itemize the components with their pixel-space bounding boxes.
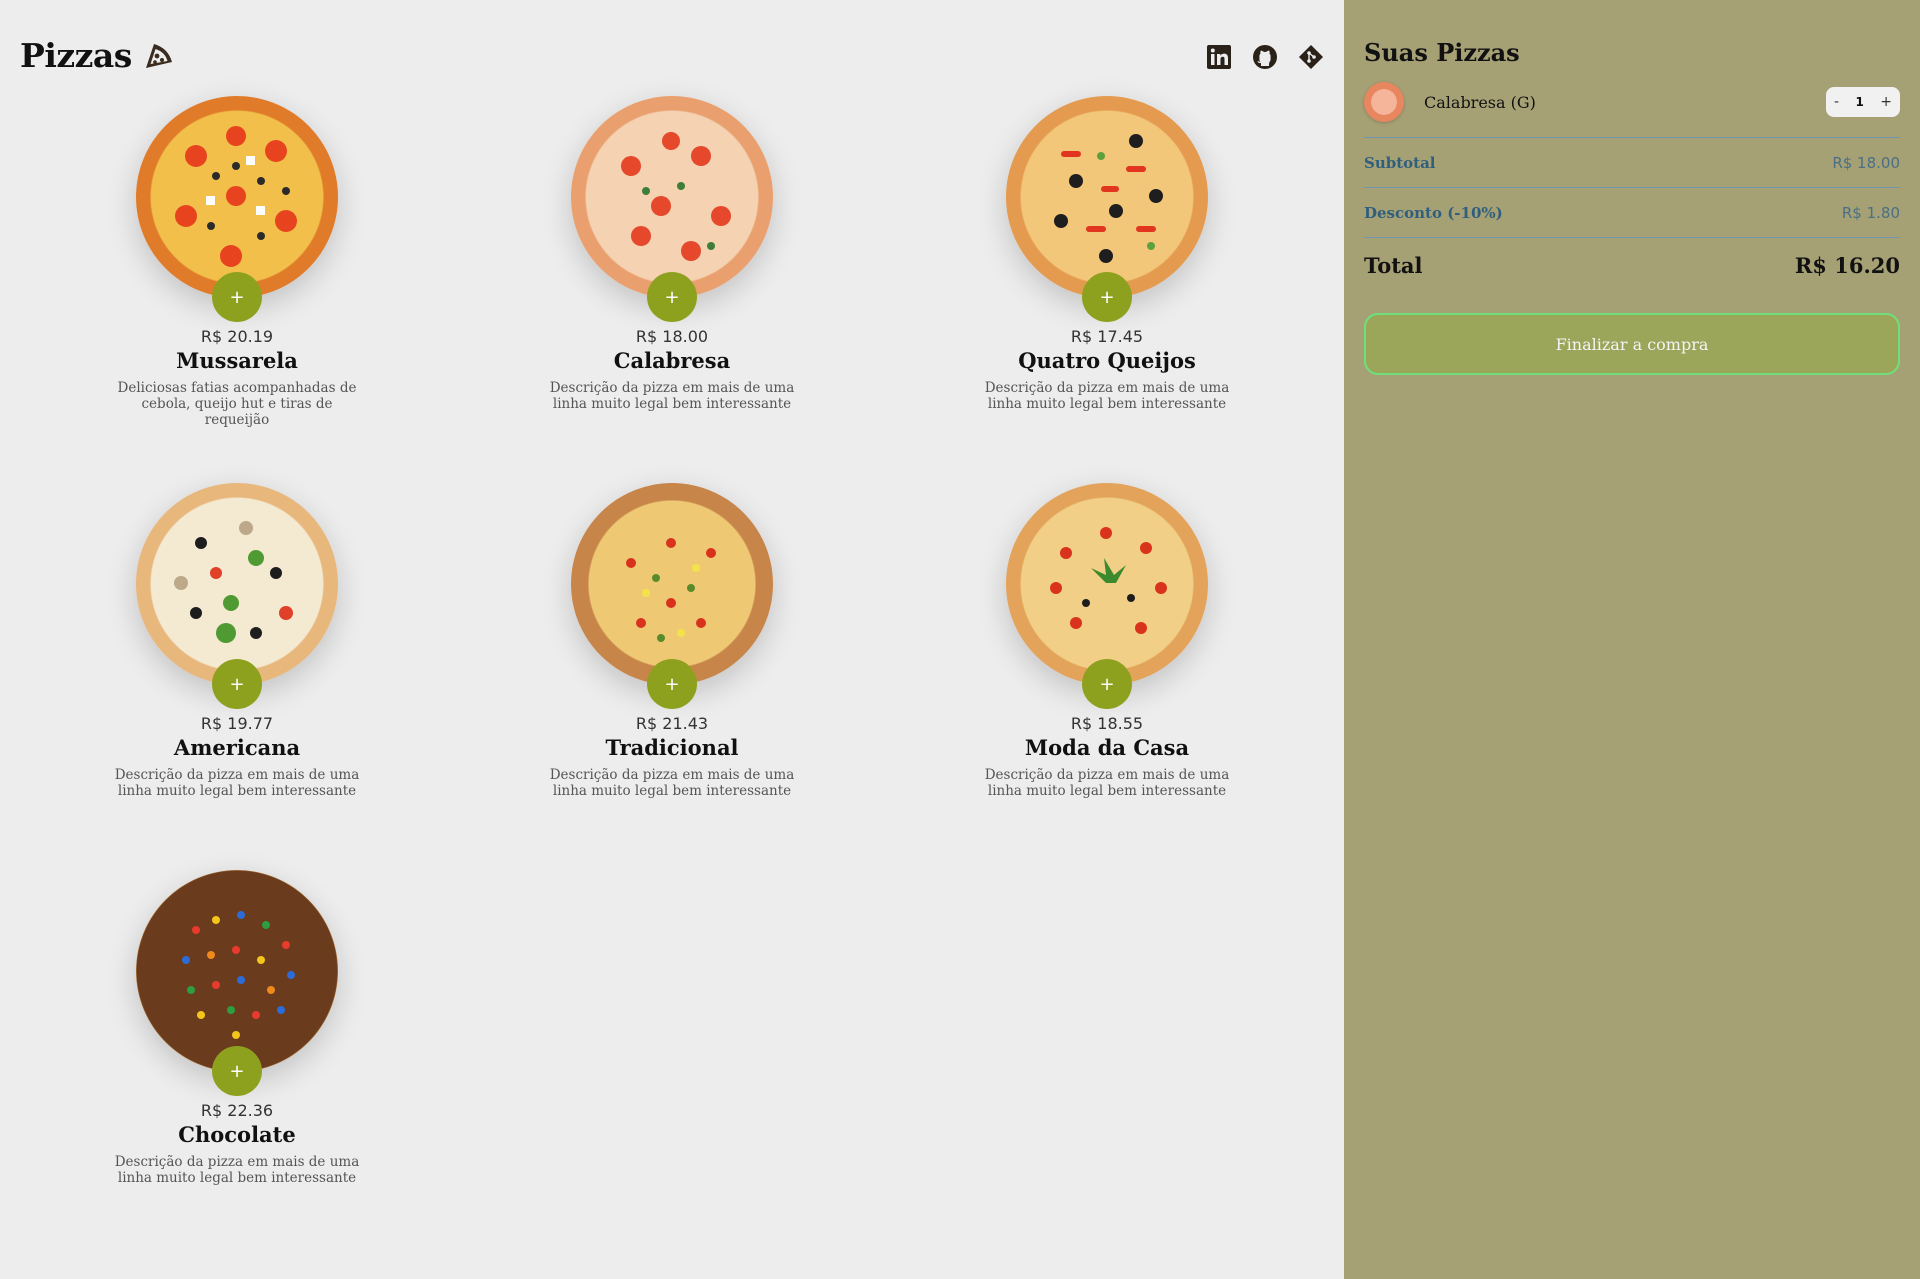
pizza-toppings: [626, 538, 716, 642]
pizza-image[interactable]: [1006, 483, 1208, 685]
pizza-name: Mussarela: [176, 348, 298, 373]
quantity-value: 1: [1855, 95, 1864, 109]
cart-item-name: Calabresa (G): [1424, 92, 1536, 112]
pizza-card: + R$ 17.45 Quatro Queijos Descrição da p…: [907, 96, 1307, 483]
add-pizza-button[interactable]: +: [212, 1046, 262, 1096]
total-value: R$ 16.20: [1794, 253, 1900, 278]
pizza-toppings: [621, 132, 731, 261]
github-icon[interactable]: [1252, 44, 1278, 70]
subtotal-row: Subtotal R$ 18.00: [1364, 137, 1900, 187]
pizza-image[interactable]: [571, 96, 773, 298]
pizza-menu-area: Pizzas + R$ 20.19 Mussarela Deliciosas f…: [0, 0, 1344, 1279]
page-title: Pizzas: [20, 36, 132, 75]
pizza-card: + R$ 18.00 Calabresa Descrição da pizza …: [472, 96, 872, 483]
pizza-name: Quatro Queijos: [1018, 348, 1196, 373]
decrease-quantity-button[interactable]: -: [1834, 94, 1839, 110]
social-links: [1206, 44, 1324, 70]
pizza-name: Tradicional: [605, 735, 739, 760]
total-row: Total R$ 16.20: [1364, 237, 1900, 293]
pizza-toppings: [1050, 527, 1167, 634]
discount-value: R$ 1.80: [1841, 203, 1900, 222]
pizza-description: Descrição da pizza em mais de uma linha …: [114, 1154, 360, 1186]
cart-title: Suas Pizzas: [1364, 38, 1520, 67]
pizza-description: Descrição da pizza em mais de uma linha …: [549, 380, 795, 412]
pizza-card: + R$ 19.77 Americana Descrição da pizza …: [37, 483, 437, 870]
pizza-image[interactable]: [136, 870, 338, 1072]
total-label: Total: [1364, 253, 1423, 278]
pizza-price: R$ 22.36: [200, 1101, 274, 1120]
pizza-price: R$ 17.45: [1070, 327, 1144, 346]
cart-panel: Suas Pizzas Calabresa (G) - 1 + Subtotal…: [1344, 0, 1920, 1279]
cart-item-thumbnail: [1364, 82, 1404, 122]
pizza-description: Descrição da pizza em mais de uma linha …: [114, 767, 360, 799]
pizza-image[interactable]: [571, 483, 773, 685]
pizza-toppings: [1054, 134, 1163, 263]
pizza-price: R$ 18.55: [1070, 714, 1144, 733]
pizza-price: R$ 20.19: [200, 327, 274, 346]
pizza-description: Descrição da pizza em mais de uma linha …: [984, 767, 1230, 799]
quantity-stepper: - 1 +: [1826, 87, 1900, 117]
pizza-slice-icon: [145, 43, 172, 68]
pizza-card: + R$ 20.19 Mussarela Deliciosas fatias a…: [37, 96, 437, 483]
pizza-card: + R$ 22.36 Chocolate Descrição da pizza …: [37, 870, 437, 1257]
pizza-card: + R$ 21.43 Tradicional Descrição da pizz…: [472, 483, 872, 870]
page-header: Pizzas: [20, 36, 174, 75]
pizza-toppings: [175, 126, 297, 267]
pizza-description: Descrição da pizza em mais de uma linha …: [549, 767, 795, 799]
cart-item: Calabresa (G) - 1 +: [1364, 81, 1900, 123]
add-pizza-button[interactable]: +: [212, 272, 262, 322]
add-pizza-button[interactable]: +: [647, 272, 697, 322]
add-pizza-button[interactable]: +: [1082, 659, 1132, 709]
pizza-name: Chocolate: [178, 1122, 296, 1147]
pizza-image[interactable]: [136, 483, 338, 685]
pizza-toppings: [182, 911, 295, 1039]
pizza-name: Americana: [173, 735, 301, 760]
pizza-price: R$ 18.00: [635, 327, 709, 346]
discount-label: Desconto (-10%): [1364, 203, 1503, 222]
pizza-description: Deliciosas fatias acompanhadas de cebola…: [117, 380, 357, 428]
pizza-grid: + R$ 20.19 Mussarela Deliciosas fatias a…: [37, 96, 1307, 1257]
discount-row: Desconto (-10%) R$ 1.80: [1364, 187, 1900, 237]
increase-quantity-button[interactable]: +: [1880, 94, 1892, 110]
pizza-name: Moda da Casa: [1024, 735, 1190, 760]
add-pizza-button[interactable]: +: [647, 659, 697, 709]
subtotal-label: Subtotal: [1364, 153, 1436, 172]
pizza-description: Descrição da pizza em mais de uma linha …: [984, 380, 1230, 412]
pizza-price: R$ 19.77: [200, 714, 274, 733]
pizza-toppings: [174, 521, 293, 643]
subtotal-value: R$ 18.00: [1832, 153, 1900, 172]
pizza-price: R$ 21.43: [635, 714, 709, 733]
pizza-card: + R$ 18.55 Moda da Casa Descrição da piz…: [907, 483, 1307, 870]
pizza-name: Calabresa: [613, 348, 731, 373]
linkedin-icon[interactable]: [1206, 44, 1232, 70]
checkout-button[interactable]: Finalizar a compra: [1364, 313, 1900, 375]
git-icon[interactable]: [1298, 44, 1324, 70]
add-pizza-button[interactable]: +: [212, 659, 262, 709]
pizza-image[interactable]: [136, 96, 338, 298]
add-pizza-button[interactable]: +: [1082, 272, 1132, 322]
pizza-image[interactable]: [1006, 96, 1208, 298]
